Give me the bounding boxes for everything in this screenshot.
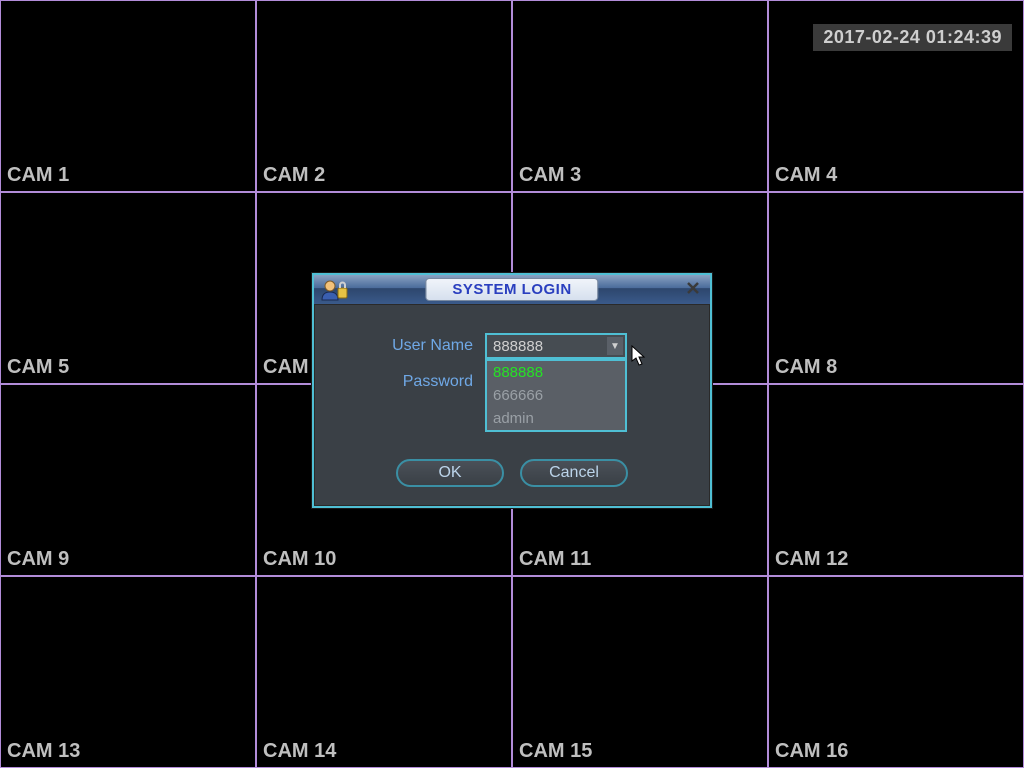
username-option[interactable]: 888888	[487, 361, 625, 384]
username-dropdown: 888888 666666 admin	[485, 359, 627, 432]
camera-label: CAM 2	[263, 164, 325, 187]
username-option[interactable]: 666666	[487, 384, 625, 407]
camera-label: CAM 10	[263, 548, 336, 571]
camera-cell[interactable]: CAM 3	[512, 0, 768, 192]
camera-label: CAM 9	[7, 548, 69, 571]
camera-label: CAM 4	[775, 164, 837, 187]
login-icon	[318, 277, 352, 303]
camera-label: CAM 15	[519, 740, 592, 763]
username-label: User Name	[335, 337, 485, 355]
username-value[interactable]: 888888 ▼	[485, 333, 627, 359]
camera-label: CAM 13	[7, 740, 80, 763]
dialog-body: User Name 888888 ▼ 888888 666666 admin P…	[314, 305, 710, 506]
camera-cell[interactable]: CAM 2	[256, 0, 512, 192]
camera-cell[interactable]: CAM 8	[768, 192, 1024, 384]
camera-label: CAM 1	[7, 164, 69, 187]
camera-label: CAM 8	[775, 356, 837, 379]
camera-cell[interactable]: CAM 16	[768, 576, 1024, 768]
close-button[interactable]	[684, 280, 702, 298]
camera-cell[interactable]: CAM 12	[768, 384, 1024, 576]
camera-label: CAM 16	[775, 740, 848, 763]
dialog-titlebar[interactable]: SYSTEM LOGIN	[314, 275, 710, 305]
login-dialog: SYSTEM LOGIN User Name 888888 ▼ 888888 6…	[312, 273, 712, 508]
cancel-button[interactable]: Cancel	[520, 459, 628, 487]
camera-cell[interactable]: CAM 9	[0, 384, 256, 576]
ok-button[interactable]: OK	[396, 459, 504, 487]
camera-label: CAM 14	[263, 740, 336, 763]
camera-label: CAM 11	[519, 548, 591, 571]
camera-cell[interactable]: CAM 5	[0, 192, 256, 384]
username-option[interactable]: admin	[487, 407, 625, 430]
camera-cell[interactable]: CAM 1	[0, 0, 256, 192]
close-icon	[685, 280, 701, 296]
camera-label: CAM 3	[519, 164, 581, 187]
username-selected: 888888	[493, 338, 543, 355]
dialog-title: SYSTEM LOGIN	[425, 278, 598, 301]
username-combo[interactable]: 888888 ▼ 888888 666666 admin	[485, 333, 627, 359]
password-label: Password	[335, 373, 485, 391]
camera-label: CAM 12	[775, 548, 848, 571]
camera-label: CAM 5	[7, 356, 69, 379]
chevron-down-icon[interactable]: ▼	[607, 337, 623, 355]
timestamp-display: 2017-02-24 01:24:39	[813, 24, 1012, 51]
camera-cell[interactable]: CAM 13	[0, 576, 256, 768]
camera-cell[interactable]: CAM 14	[256, 576, 512, 768]
camera-cell[interactable]: CAM 15	[512, 576, 768, 768]
